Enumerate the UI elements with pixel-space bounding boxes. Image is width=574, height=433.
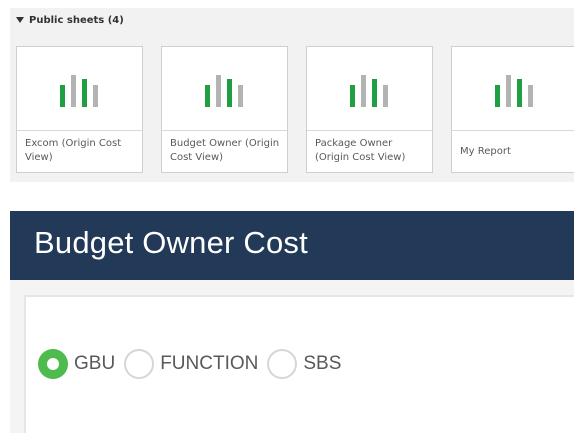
sheet-card[interactable]: Package Owner (Origin Cost View) [306, 46, 433, 173]
radio-selected-icon[interactable] [38, 349, 68, 379]
bar-chart-icon [205, 75, 243, 107]
sheet-thumbnail [452, 47, 574, 131]
radio-sbs[interactable]: SBS [267, 349, 341, 379]
radio-group: GBU FUNCTION SBS [38, 349, 350, 379]
sheet-title-banner: Budget Owner Cost [10, 211, 574, 280]
sheet-thumbnail [17, 47, 142, 131]
sheet-card[interactable]: My Report [451, 46, 574, 173]
filter-panel: GBU FUNCTION SBS [24, 295, 574, 433]
sheet-card[interactable]: Budget Owner (Origin Cost View) [161, 46, 288, 173]
radio-unselected-icon[interactable] [124, 349, 155, 379]
public-sheets-header: Public sheets (4) [29, 14, 124, 26]
radio-label: FUNCTION [160, 353, 259, 374]
radio-unselected-icon[interactable] [267, 349, 298, 379]
sheet-title: My Report [460, 146, 511, 157]
public-sheets-section: Public sheets (4) Excom (Origin Cost Vie… [10, 8, 574, 182]
bar-chart-icon [350, 75, 388, 107]
caret-down-icon [16, 17, 24, 23]
radio-label: GBU [74, 353, 116, 374]
bar-chart-icon [60, 75, 98, 107]
sheet-thumbnail [162, 47, 287, 131]
sheet-thumbnail [307, 47, 432, 131]
page-title: Budget Owner Cost [34, 225, 308, 260]
public-sheets-toggle[interactable]: Public sheets (4) [16, 12, 124, 28]
sheet-title: Excom (Origin Cost View) [25, 138, 122, 163]
sheet-title: Package Owner (Origin Cost View) [315, 138, 406, 163]
sheet-title: Budget Owner (Origin Cost View) [170, 138, 280, 163]
sheet-card[interactable]: Excom (Origin Cost View) [16, 46, 143, 173]
radio-function[interactable]: FUNCTION [124, 349, 258, 379]
radio-gbu[interactable]: GBU [38, 349, 115, 379]
radio-label: SBS [303, 353, 342, 374]
bar-chart-icon [495, 75, 533, 107]
